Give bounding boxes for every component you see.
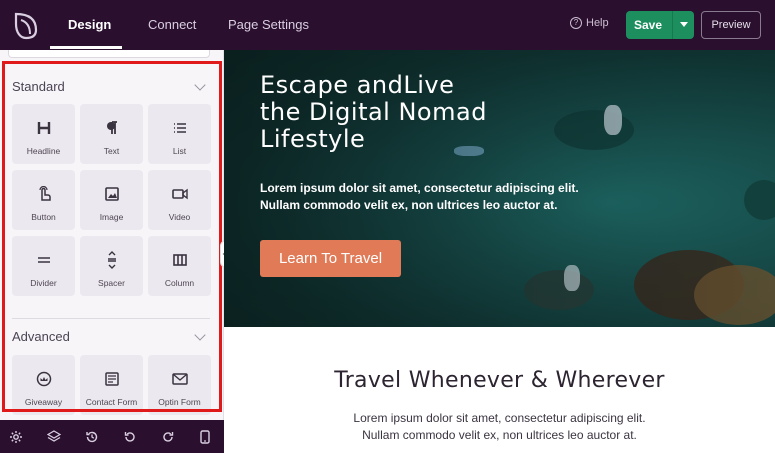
settings-gear-icon[interactable]	[8, 429, 24, 445]
tab-connect[interactable]: Connect	[148, 0, 196, 50]
help-icon: ?	[570, 17, 582, 29]
save-dropdown-chevron-icon[interactable]	[672, 11, 694, 39]
section-body-line: Nullam commodo velit ex, non ultrices le…	[362, 428, 637, 442]
hero-body-line: Lorem ipsum dolor sit amet, consectetur …	[260, 181, 579, 195]
history-icon[interactable]	[84, 429, 100, 445]
mobile-preview-icon[interactable]	[197, 429, 213, 445]
tab-page-settings[interactable]: Page Settings	[228, 0, 309, 50]
seedprod-logo-icon	[12, 10, 40, 40]
learn-to-travel-button[interactable]: Learn To Travel	[260, 240, 401, 277]
redo-icon[interactable]	[160, 429, 176, 445]
section-body-line: Lorem ipsum dolor sit amet, consectetur …	[353, 411, 646, 425]
tab-design[interactable]: Design	[68, 0, 111, 50]
save-label: Save	[633, 18, 663, 32]
layers-icon[interactable]	[46, 429, 62, 445]
help-link[interactable]: ? Help	[570, 17, 609, 29]
hero-body-text: Lorem ipsum dolor sit amet, consectetur …	[260, 180, 590, 214]
preview-button[interactable]: Preview	[701, 11, 761, 39]
hero-title-line: Lifestyle	[260, 125, 366, 153]
bottom-toolbar	[0, 420, 224, 453]
block-search-field-edge[interactable]	[8, 50, 210, 58]
section-title: Travel Whenever & Wherever	[334, 368, 665, 393]
hero-title-line: the Digital Nomad	[260, 98, 487, 126]
top-bar: Design Connect Page Settings ? Help Save…	[0, 0, 775, 50]
undo-icon[interactable]	[122, 429, 138, 445]
section-body-text: Lorem ipsum dolor sit amet, consectetur …	[224, 410, 775, 444]
help-label: Help	[586, 17, 609, 29]
save-button[interactable]: Save	[626, 11, 694, 39]
hero-title: Escape andLive the Digital Nomad Lifesty…	[260, 72, 560, 153]
hero-title-line: Escape andLive	[260, 71, 455, 99]
hero-section[interactable]: Escape andLive the Digital Nomad Lifesty…	[224, 50, 775, 327]
active-tab-indicator	[50, 46, 122, 49]
hero-body-line: Nullam commodo velit ex, non ultrices le…	[260, 198, 558, 212]
highlight-outline	[2, 61, 222, 412]
